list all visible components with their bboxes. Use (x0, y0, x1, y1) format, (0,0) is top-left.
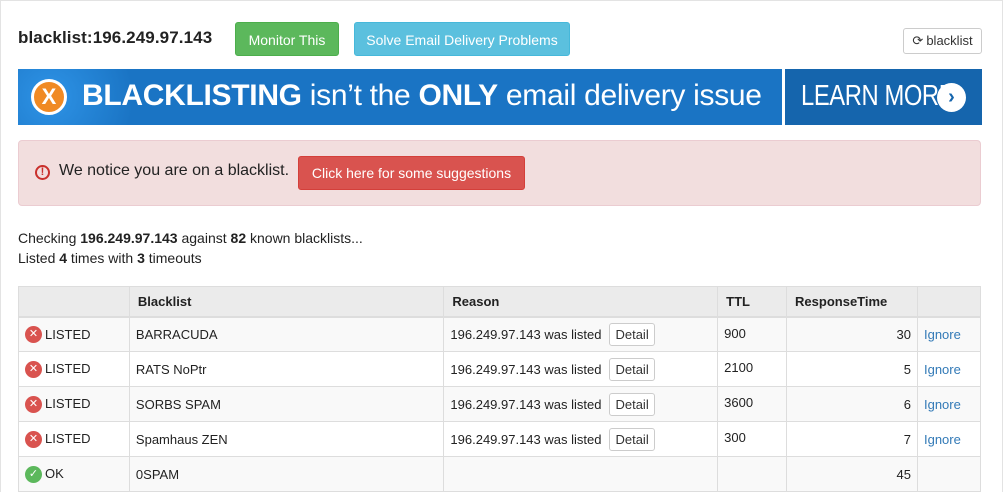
ttl-cell: 3600 (717, 386, 788, 422)
blacklist-name: 0SPAM (128, 456, 445, 492)
monitor-button[interactable]: Monitor This (235, 22, 339, 56)
x-circle-icon: ✕ (25, 360, 42, 378)
reason-text: 196.249.97.143 was listed (450, 396, 602, 412)
ttl-cell (717, 456, 788, 492)
summary-against: against (177, 230, 231, 246)
banner-mid-text: isn’t the (301, 79, 419, 112)
checking-prefix: Checking (18, 230, 81, 246)
reason-cell (443, 456, 719, 492)
action-cell (916, 456, 982, 492)
alert-text: We notice you are on a blacklist. (59, 162, 290, 179)
status-label: LISTED (45, 326, 91, 342)
action-cell: Ignore (916, 316, 982, 352)
timeouts-count: 3 (137, 250, 145, 266)
banner-bold-only: ONLY (418, 79, 498, 112)
detail-button[interactable]: Detail (609, 427, 655, 451)
response-time-cell: 7 (786, 421, 918, 457)
checking-line: Checking 196.249.97.143 against 82 known… (18, 228, 363, 248)
response-time-cell: 30 (786, 316, 918, 352)
ttl-cell: 2100 (717, 351, 788, 387)
exclamation-circle-icon: ! (35, 165, 50, 180)
table-header-row: Blacklist Reason TTL ResponseTime (18, 286, 982, 318)
solve-delivery-button[interactable]: Solve Email Delivery Problems (354, 22, 570, 56)
ttl-cell: 300 (717, 421, 788, 457)
summary-known: known blacklists... (246, 230, 363, 246)
banner-bold-blacklisting: BLACKLISTING (82, 79, 302, 112)
banner-headline: BLACKLISTING isn’t the ONLY email delive… (82, 79, 762, 113)
col-blacklist: Blacklist (128, 286, 445, 318)
chevron-right-icon: › (937, 83, 966, 112)
listed-prefix: Listed (18, 250, 60, 266)
reason-text: 196.249.97.143 was listed (450, 431, 602, 447)
x-circle-icon: ✕ (25, 325, 42, 343)
col-response-time: ResponseTime (786, 286, 918, 318)
reason-text: 196.249.97.143 was listed (450, 326, 602, 342)
ignore-link[interactable]: Ignore (924, 362, 961, 377)
ignore-link[interactable]: Ignore (924, 432, 961, 447)
action-cell: Ignore (916, 421, 982, 457)
blacklist-name: BARRACUDA (128, 316, 445, 352)
status-label: OK (45, 466, 64, 482)
table-row: ✓ OK 0SPAM 45 (18, 456, 982, 492)
status-label: LISTED (45, 361, 91, 377)
table-row: ✕ LISTED BARRACUDA 196.249.97.143 was lis… (18, 316, 982, 352)
blacklist-alert: ! We notice you are on a blacklist. Clic… (18, 140, 981, 206)
check-circle-icon: ✓ (25, 465, 42, 483)
page-header: blacklist:196.249.97.143 Monitor This So… (18, 22, 982, 56)
action-cell: Ignore (916, 351, 982, 387)
action-cell: Ignore (916, 386, 982, 422)
status-cell: ✕ LISTED (18, 421, 130, 457)
check-summary: Checking 196.249.97.143 against 82 known… (18, 228, 363, 268)
detail-button[interactable]: Detail (609, 392, 655, 416)
col-reason: Reason (443, 286, 719, 318)
reason-cell: 196.249.97.143 was listed Detail (443, 386, 719, 422)
learn-more-button[interactable]: LEARN MORE › (785, 69, 982, 125)
suggestions-button[interactable]: Click here for some suggestions (298, 156, 525, 190)
summary-count: 82 (230, 230, 247, 246)
summary-ip: 196.249.97.143 (80, 230, 178, 246)
status-cell: ✕ LISTED (18, 351, 130, 387)
blacklist-table: Blacklist Reason TTL ResponseTime ✕ LISTE… (18, 286, 982, 492)
listed-count: 4 (59, 250, 68, 266)
ttl-cell: 900 (717, 316, 788, 352)
reason-cell: 196.249.97.143 was listed Detail (443, 316, 719, 352)
times-with: times with (67, 250, 138, 266)
page-title: blacklist:196.249.97.143 (18, 28, 213, 47)
refresh-icon: ⟳ (912, 33, 924, 48)
col-ttl: TTL (717, 286, 788, 318)
ignore-link[interactable]: Ignore (924, 397, 961, 412)
reason-text: 196.249.97.143 was listed (450, 361, 602, 377)
status-cell: ✕ LISTED (18, 386, 130, 422)
blacklist-name: SORBS SPAM (128, 386, 445, 422)
reason-cell: 196.249.97.143 was listed Detail (443, 351, 719, 387)
col-action (916, 286, 982, 318)
status-label: LISTED (45, 431, 91, 447)
ad-banner[interactable]: X BLACKLISTING isn’t the ONLY email deli… (18, 69, 982, 125)
table-row: ✕ LISTED SORBS SPAM 196.249.97.143 was li… (18, 386, 982, 422)
listed-line: Listed 4 times with 3 timeouts (18, 248, 363, 268)
detail-button[interactable]: Detail (609, 322, 655, 346)
status-cell: ✓ OK (18, 456, 130, 492)
banner-end-text: email delivery issue (497, 79, 762, 112)
table-row: ✕ LISTED Spamhaus ZEN 196.249.97.143 was … (18, 421, 982, 457)
blacklist-name: Spamhaus ZEN (128, 421, 445, 457)
response-time-cell: 5 (786, 351, 918, 387)
response-time-cell: 6 (786, 386, 918, 422)
reason-cell: 196.249.97.143 was listed Detail (443, 421, 719, 457)
blacklist-name: RATS NoPtr (128, 351, 445, 387)
col-status (18, 286, 130, 318)
refresh-blacklist-button[interactable]: ⟳ blacklist (903, 28, 982, 54)
x-circle-icon: ✕ (25, 395, 42, 413)
detail-button[interactable]: Detail (609, 357, 655, 381)
response-time-cell: 45 (786, 456, 918, 492)
ignore-link[interactable]: Ignore (924, 327, 961, 342)
learn-more-label: LEARN MORE (801, 80, 955, 112)
refresh-label: blacklist (926, 33, 973, 48)
status-cell: ✕ LISTED (18, 316, 130, 352)
status-label: LISTED (45, 396, 91, 412)
table-row: ✕ LISTED RATS NoPtr 196.249.97.143 was li… (18, 351, 982, 387)
x-icon: X (31, 79, 67, 115)
timeouts-suffix: timeouts (144, 250, 202, 266)
x-circle-icon: ✕ (25, 430, 42, 448)
